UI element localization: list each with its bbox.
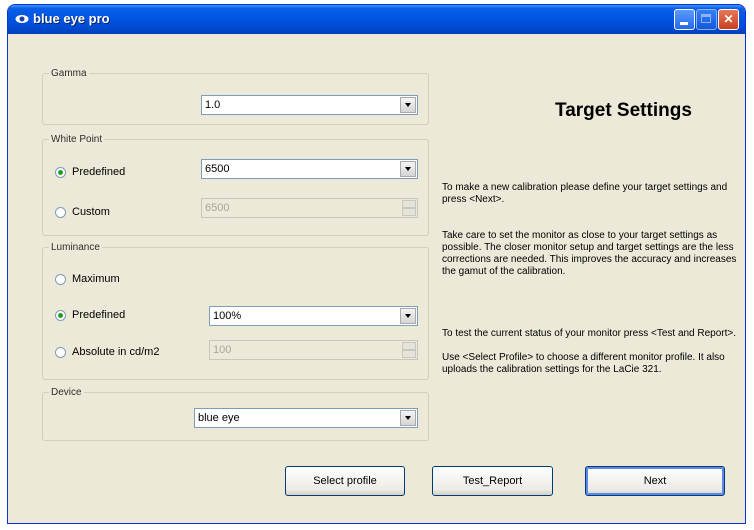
close-icon: ✕ <box>723 12 734 26</box>
maximize-icon <box>701 14 711 23</box>
white-point-custom-value: 6500 <box>205 202 230 214</box>
luminance-legend: Luminance <box>51 242 100 253</box>
white-point-predefined-select[interactable]: 6500 <box>201 159 418 179</box>
chevron-down-icon[interactable] <box>400 308 416 324</box>
info-paragraph-1: To make a new calibration please define … <box>442 182 728 205</box>
luminance-predefined-select[interactable]: 100% <box>209 306 418 326</box>
luminance-predefined-value: 100% <box>213 310 242 322</box>
window-title: blue eye pro <box>33 11 110 26</box>
minimize-icon <box>680 22 688 25</box>
page-title: Target Settings <box>555 100 692 121</box>
info-paragraph-3: To test the current status of your monit… <box>442 328 737 339</box>
minimize-button[interactable] <box>674 9 695 30</box>
luminance-absolute-value: 100 <box>213 344 232 356</box>
title-bar[interactable]: blue eye pro ✕ <box>8 5 745 34</box>
next-button[interactable]: Next <box>585 466 725 496</box>
maximize-button <box>696 9 717 30</box>
device-value: blue eye <box>198 412 240 424</box>
app-eye-icon <box>15 15 29 23</box>
gamma-select[interactable]: 1.0 <box>201 95 418 115</box>
device-legend: Device <box>51 387 82 398</box>
main-window: blue eye pro ✕ Gamma 1.0 White Point Pre… <box>7 4 746 524</box>
white-point-legend: White Point <box>51 134 103 145</box>
spinner-icon <box>402 200 416 216</box>
white-point-group: White Point <box>42 134 429 236</box>
close-button[interactable]: ✕ <box>718 9 739 30</box>
chevron-down-icon[interactable] <box>400 97 416 113</box>
gamma-value: 1.0 <box>205 99 221 111</box>
gamma-legend: Gamma <box>51 68 87 79</box>
chevron-down-icon[interactable] <box>400 161 416 177</box>
device-select[interactable]: blue eye <box>194 408 418 428</box>
luminance-absolute-spinner: 100 <box>209 340 418 360</box>
spinner-icon <box>402 342 416 358</box>
white-point-custom-spinner: 6500 <box>201 198 418 218</box>
info-paragraph-4: Use <Select Profile> to choose a differe… <box>442 352 725 375</box>
test-report-button[interactable]: Test_Report <box>432 466 553 496</box>
white-point-predefined-value: 6500 <box>205 163 230 175</box>
select-profile-button[interactable]: Select profile <box>285 466 405 496</box>
chevron-down-icon[interactable] <box>400 410 416 426</box>
info-paragraph-2: Take care to set the monitor as close to… <box>442 230 737 277</box>
